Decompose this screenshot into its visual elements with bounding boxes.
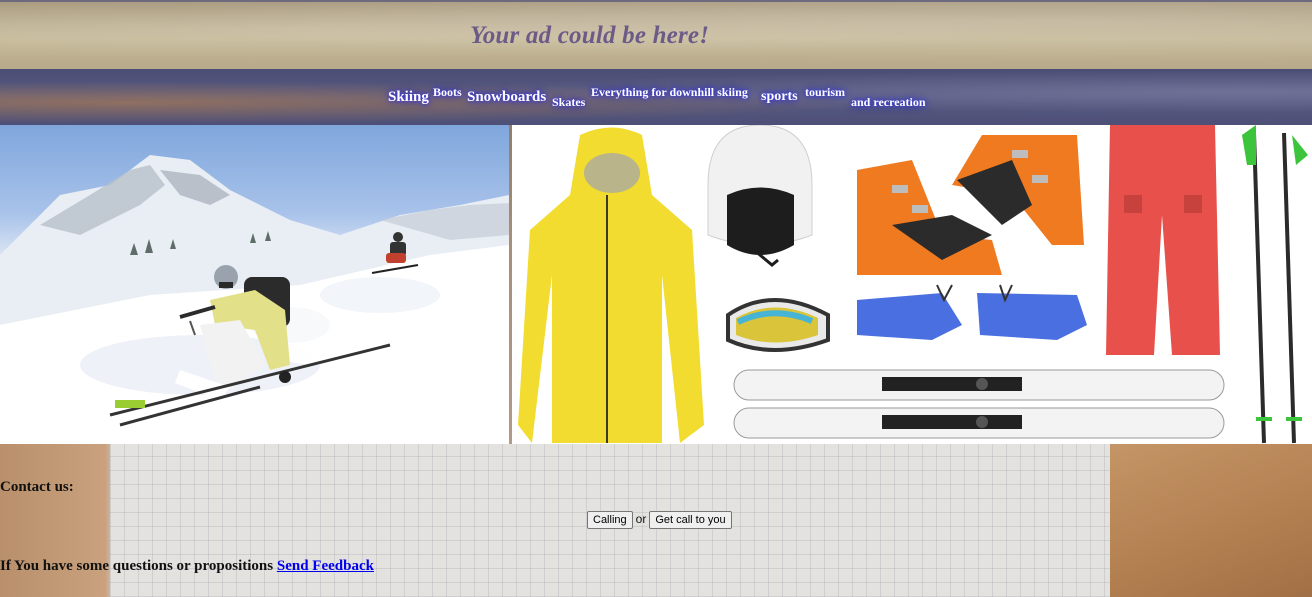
get-call-button[interactable]: Get call to you <box>649 511 732 529</box>
category-nav: Skiing Boots Snowboards Skates Everythin… <box>0 69 1312 125</box>
ski-poles-icon <box>1242 125 1308 444</box>
or-text: or <box>635 512 647 526</box>
desk-image <box>1110 444 1312 597</box>
ski-gear-photo <box>512 125 1312 444</box>
contact-label: Contact us: <box>0 479 74 495</box>
skis-icon <box>733 369 1225 439</box>
calling-button[interactable]: Calling <box>587 511 633 529</box>
nav-item-skates[interactable]: Skates <box>552 95 585 110</box>
ski-boots-icon <box>857 135 1084 275</box>
ad-banner: Your ad could be here! <box>0 0 1312 69</box>
jacket-icon <box>518 127 704 443</box>
nav-item-skiing[interactable]: Skiing <box>388 89 429 106</box>
ski-gear-scene <box>518 125 1308 444</box>
goggles-icon <box>726 298 830 352</box>
nav-item-boots[interactable]: Boots <box>433 85 462 100</box>
skiing-scene <box>0 155 509 444</box>
nav-item-snowboards[interactable]: Snowboards <box>467 89 546 106</box>
nav-item-recreation[interactable]: and recreation <box>851 95 926 110</box>
ad-text: Your ad could be here! <box>470 22 710 49</box>
gloves-icon <box>857 284 1087 340</box>
send-feedback-link[interactable]: Send Feedback <box>277 558 374 574</box>
nav-item-downhill[interactable]: Everything for downhill skiing <box>591 85 748 100</box>
nav-item-sports[interactable]: sports <box>761 89 798 105</box>
contact-buttons: Calling or Get call to you <box>587 511 732 529</box>
pants-icon <box>1106 125 1220 355</box>
questions-text: If You have some questions or propositio… <box>0 558 274 574</box>
questions-line: If You have some questions or propositio… <box>0 558 374 575</box>
helmet-icon <box>707 125 813 267</box>
skiing-photo <box>0 125 509 444</box>
nav-item-tourism[interactable]: tourism <box>805 85 845 100</box>
